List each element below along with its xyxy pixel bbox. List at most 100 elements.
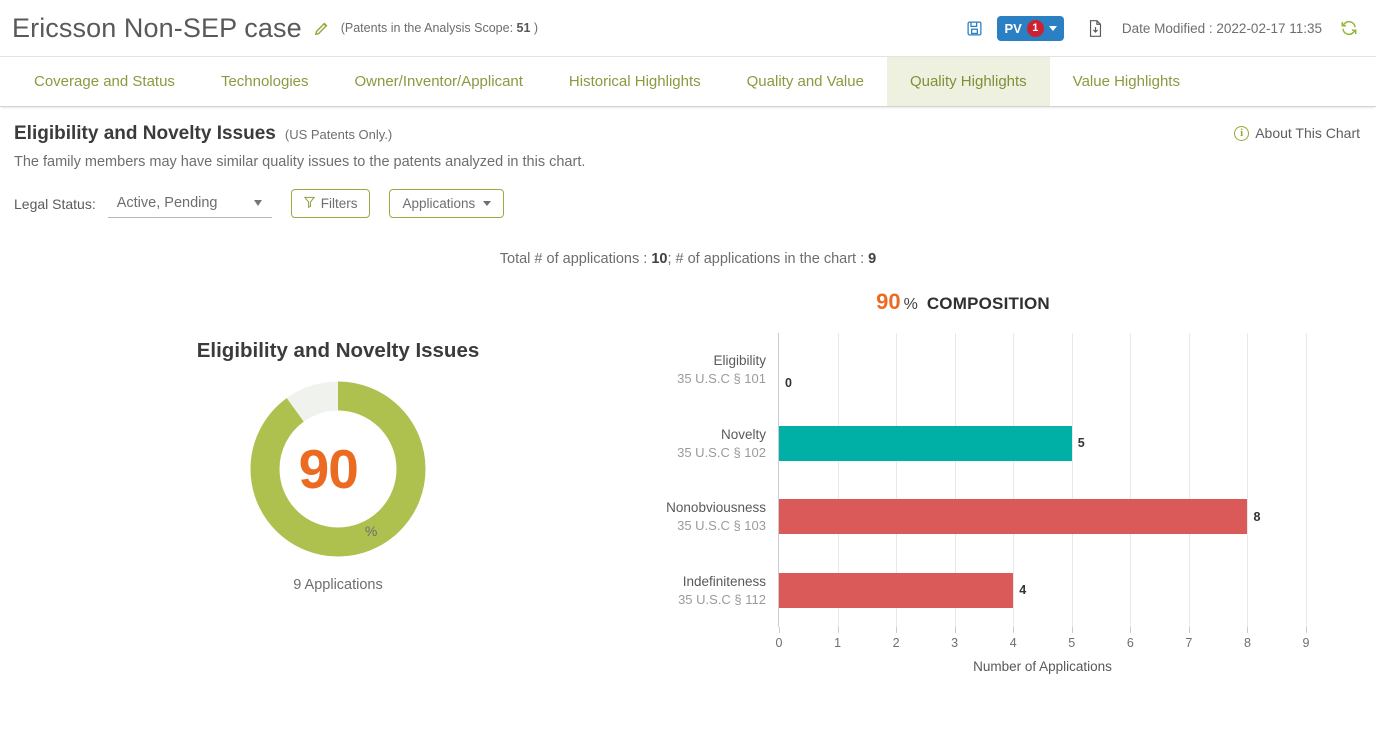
bar-category-statute: 35 U.S.C § 103	[677, 518, 766, 534]
export-file-icon[interactable]	[1083, 15, 1109, 41]
bar-category-name: Novelty	[720, 426, 766, 442]
tab-technologies[interactable]: Technologies	[198, 57, 332, 106]
donut-chart: 90 %	[250, 381, 426, 557]
panel-title-row: Eligibility and Novelty Issues (US Paten…	[14, 123, 1362, 145]
totals-middle: ; # of applications in the chart :	[667, 251, 869, 267]
x-axis-tick-label: 6	[1126, 636, 1134, 650]
bar-category-statute: 35 U.S.C § 101	[677, 371, 766, 387]
scope-suffix: )	[530, 21, 539, 35]
bar-category-label: Eligibility 35 U.S.C § 101	[566, 352, 766, 387]
page-title: Ericsson Non-SEP case	[12, 12, 302, 43]
filter-toolbar: Legal Status: Active, Pending Filters Ap…	[14, 189, 1362, 218]
x-axis-tick-label: 9	[1302, 636, 1310, 650]
tab-historical-highlights[interactable]: Historical Highlights	[546, 57, 724, 106]
bar[interactable]: 5	[779, 425, 1085, 461]
bar[interactable]: 4	[779, 572, 1026, 608]
bar-category-label: Nonobviousness 35 U.S.C § 103	[566, 499, 766, 534]
pencil-icon[interactable]	[313, 20, 330, 37]
main-tab-bar: Coverage and Status Technologies Owner/I…	[0, 56, 1376, 107]
applications-button-label: Applications	[402, 196, 476, 211]
bar-category-statute: 35 U.S.C § 112	[678, 591, 766, 607]
bar-value-label: 0	[785, 376, 792, 391]
bar-category-name: Eligibility	[713, 353, 766, 369]
tab-quality-and-value[interactable]: Quality and Value	[724, 57, 887, 106]
chevron-down-icon	[1048, 25, 1057, 31]
x-axis-tick	[954, 627, 956, 633]
bar-chart-row[interactable]: Eligibility 35 U.S.C § 101 0	[677, 333, 1306, 407]
composition-value: 90	[876, 289, 901, 314]
x-axis-tick-label: 4	[1009, 636, 1017, 650]
bar-chart-row[interactable]: Indefiniteness 35 U.S.C § 112 4	[678, 554, 1306, 628]
bar-chart-row[interactable]: Nonobviousness 35 U.S.C § 103 8	[666, 480, 1306, 554]
panel-title: Eligibility and Novelty Issues	[14, 123, 276, 144]
header-actions: PV 1 Date Modified : 2022-02-17 11:35	[962, 15, 1362, 41]
totals-in-chart-count: 9	[868, 251, 877, 267]
gridline	[1306, 333, 1307, 627]
x-axis-tick	[1013, 627, 1015, 633]
x-axis: 0 1 2 3 4 5 6 7 8 9	[775, 627, 1309, 657]
donut-caption: 9 Applications	[293, 577, 383, 593]
funnel-icon	[303, 196, 315, 211]
x-axis-tick-label: 7	[1185, 636, 1193, 650]
save-disk-icon[interactable]	[962, 15, 988, 41]
filters-button[interactable]: Filters	[290, 189, 371, 218]
bar-category-name: Nonobviousness	[666, 500, 766, 516]
x-axis-tick	[1188, 627, 1190, 633]
pv-label: PV	[1004, 20, 1022, 36]
date-modified-label: Date Modified : 2022-02-17 11:35	[1121, 20, 1322, 36]
chevron-down-icon	[483, 201, 492, 206]
bar-category-label: Novelty 35 U.S.C § 102	[566, 426, 766, 461]
composition-label: COMPOSITION	[926, 294, 1050, 313]
x-axis-tick	[1247, 627, 1249, 633]
legal-status-value: Active, Pending	[116, 195, 218, 211]
legal-status-select[interactable]: Active, Pending	[107, 189, 272, 218]
chevron-down-icon	[253, 200, 262, 206]
bar-value-label: 5	[1077, 436, 1085, 451]
x-axis-tick-label: 8	[1243, 636, 1251, 650]
composition-unit: %	[903, 296, 918, 313]
bar-value-label: 8	[1253, 509, 1261, 524]
donut-unit: %	[364, 523, 378, 539]
about-this-chart-link[interactable]: i About This Chart	[1234, 125, 1360, 141]
bar-chart-section: 90% COMPOSITION Eligibility 35 U.S.C § 101…	[648, 289, 1348, 674]
bar-chart-row[interactable]: Novelty 35 U.S.C § 102 5	[677, 407, 1306, 481]
bar-chart-plot-area: Eligibility 35 U.S.C § 101 0 Novelty 35 U.S.…	[666, 333, 1309, 674]
charts-container: Eligibility and Novelty Issues 90 % 9 Ap…	[14, 289, 1362, 674]
tab-owner-inventor-applicant[interactable]: Owner/Inventor/Applicant	[332, 57, 546, 106]
totals-total-count: 10	[651, 251, 668, 267]
tab-quality-highlights[interactable]: Quality Highlights	[886, 57, 1050, 106]
about-this-chart-label: About This Chart	[1255, 125, 1360, 141]
composition-header: 90% COMPOSITION	[578, 289, 1348, 315]
legal-status-label: Legal Status:	[14, 195, 96, 212]
bar-category-name: Indefiniteness	[682, 573, 766, 589]
x-axis-tick	[837, 627, 839, 633]
bar-value-label: 4	[1019, 583, 1027, 598]
x-axis-tick-label: 1	[834, 636, 842, 650]
scope-count: 51	[516, 21, 531, 35]
x-axis-title: Number of Applications	[973, 659, 1112, 674]
x-axis-tick	[1130, 627, 1132, 633]
x-axis-tick	[896, 627, 898, 633]
tab-value-highlights[interactable]: Value Highlights	[1050, 57, 1203, 106]
x-axis-tick	[1071, 627, 1073, 633]
applications-dropdown-button[interactable]: Applications	[389, 189, 505, 218]
tab-coverage-and-status[interactable]: Coverage and Status	[11, 57, 198, 106]
analysis-scope-note: (Patents in the Analysis Scope: 51 )	[341, 21, 538, 35]
donut-value: 90	[298, 437, 359, 500]
x-axis-tick-label: 3	[951, 636, 959, 650]
scope-prefix: (Patents in the Analysis Scope:	[340, 21, 517, 35]
donut-center-value: 90 %	[250, 381, 426, 557]
pv-dropdown-button[interactable]: PV 1	[996, 15, 1064, 41]
totals-prefix: Total # of applications :	[499, 251, 652, 267]
info-circle-icon: i	[1234, 125, 1250, 141]
panel-title-subnote: (US Patents Only.)	[284, 127, 393, 142]
donut-chart-section: Eligibility and Novelty Issues 90 % 9 Ap…	[28, 289, 648, 627]
donut-chart-title: Eligibility and Novelty Issues	[196, 339, 480, 362]
x-axis-tick-label: 0	[775, 636, 783, 650]
bar[interactable]: 8	[779, 499, 1260, 535]
filters-button-label: Filters	[320, 196, 358, 211]
app-header: Ericsson Non-SEP case (Patents in the An…	[0, 0, 1376, 56]
refresh-icon[interactable]	[1336, 15, 1362, 41]
chart-panel: Eligibility and Novelty Issues (US Paten…	[0, 107, 1376, 674]
x-axis-tick-label: 5	[1068, 636, 1076, 650]
